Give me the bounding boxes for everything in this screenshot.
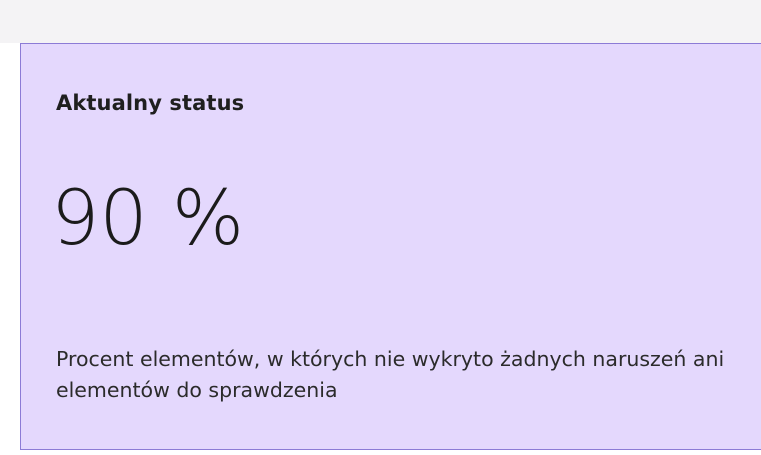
top-background-band: [0, 0, 761, 43]
dashboard-page: Aktualny status 90 % Procent elementów, …: [0, 0, 761, 455]
status-percentage: 90 %: [51, 173, 245, 262]
left-gutter: [0, 43, 20, 455]
card-title: Aktualny status: [56, 91, 245, 115]
current-status-card: Aktualny status 90 % Procent elementów, …: [20, 43, 761, 450]
status-description: Procent elementów, w których nie wykryto…: [56, 347, 725, 402]
